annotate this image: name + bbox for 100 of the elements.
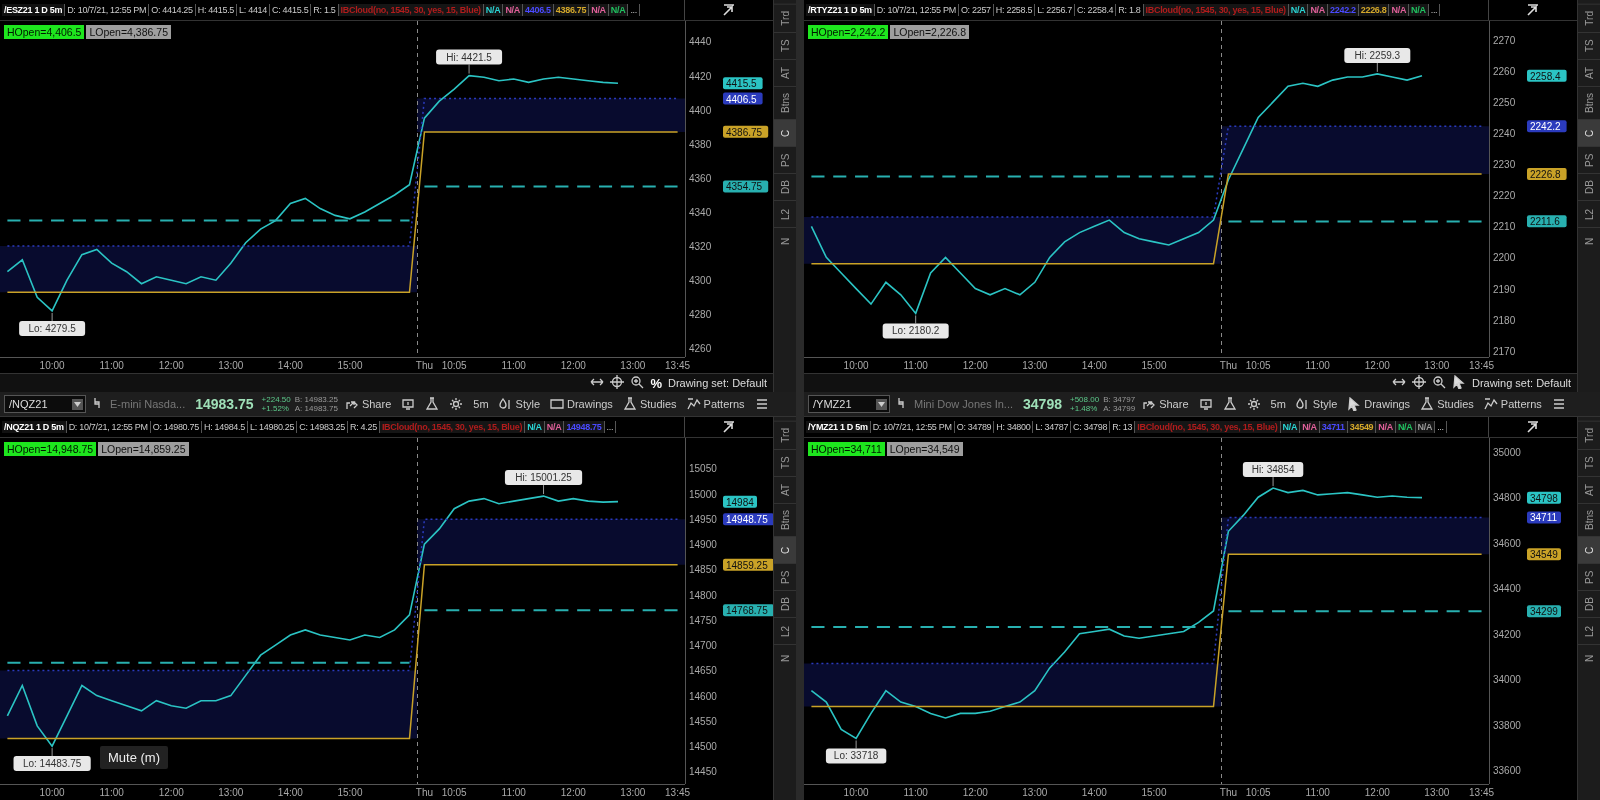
price-axis-label: 15050 bbox=[689, 463, 717, 475]
price-axis-label: 14700 bbox=[689, 640, 717, 652]
side-tab[interactable]: L2 bbox=[1578, 199, 1600, 227]
quote-value: C: 34798 bbox=[1071, 421, 1111, 433]
annotation: Lo: 4279.5 bbox=[28, 322, 77, 334]
side-tab[interactable]: PS bbox=[1578, 562, 1600, 590]
price-axis-label: 2210 bbox=[1493, 221, 1516, 233]
side-tab[interactable]: Btns bbox=[1578, 85, 1600, 119]
quote-value: R: 1.5 bbox=[311, 4, 339, 16]
side-tab[interactable]: AT bbox=[1578, 475, 1600, 503]
study-value: N/A bbox=[483, 4, 504, 16]
quote-value: ... bbox=[628, 4, 641, 16]
time-axis-label: 11:00 bbox=[903, 787, 928, 798]
side-tab[interactable]: Trd bbox=[1578, 4, 1600, 32]
style-button[interactable]: Style bbox=[495, 394, 543, 414]
chart-symbol-label: /YMZ21 1 D 5m bbox=[806, 421, 871, 433]
side-tab[interactable]: Btns bbox=[774, 85, 796, 119]
symbol-description: E-mini Nasda... bbox=[109, 398, 187, 410]
side-tab[interactable]: Trd bbox=[774, 421, 796, 449]
side-tab[interactable]: TS bbox=[1578, 448, 1600, 476]
side-tab[interactable]: N bbox=[774, 226, 796, 254]
side-tab[interactable]: TS bbox=[774, 448, 796, 476]
time-axis-label: 13:00 bbox=[620, 787, 646, 798]
side-tab[interactable]: C bbox=[1578, 535, 1600, 563]
price-axis-label: 2260 bbox=[1493, 65, 1516, 77]
side-tab[interactable]: C bbox=[1578, 118, 1600, 146]
symbol-field[interactable]: /YMZ21 bbox=[808, 395, 890, 413]
drawing-set-label[interactable]: Drawing set: Default bbox=[1471, 377, 1571, 389]
side-tab[interactable]: PS bbox=[774, 145, 796, 173]
patterns-button[interactable]: Patterns bbox=[1480, 394, 1545, 414]
price-axis-label: 33600 bbox=[1493, 765, 1521, 777]
side-tab[interactable]: L2 bbox=[1578, 616, 1600, 644]
time-axis-label: 12:00 bbox=[962, 360, 988, 371]
price-axis-label: 14900 bbox=[689, 539, 717, 551]
settings-icon bbox=[1246, 397, 1261, 411]
ask-price: A: 14983.75 bbox=[294, 404, 338, 413]
study-value: N/A bbox=[608, 4, 629, 16]
time-axis-label: Thu bbox=[1219, 787, 1237, 798]
price-badge: 14768.75 bbox=[723, 604, 773, 617]
time-axis-label: 10:05 bbox=[1245, 360, 1271, 371]
study-value: IBCloud(no, 1545, 30, yes, 15, Blue) bbox=[1143, 4, 1289, 16]
side-tab[interactable]: DB bbox=[1578, 172, 1600, 200]
share-button[interactable]: Share bbox=[341, 394, 395, 414]
side-tab[interactable]: C bbox=[774, 535, 796, 563]
rectangle-icon bbox=[550, 397, 564, 411]
time-axis-label: 10:05 bbox=[441, 360, 467, 371]
side-tab[interactable]: PS bbox=[1578, 145, 1600, 173]
side-tab[interactable]: DB bbox=[774, 172, 796, 200]
drawing-set-label[interactable]: Drawing set: Default bbox=[667, 377, 767, 389]
side-tab[interactable]: DB bbox=[1578, 589, 1600, 617]
side-tab[interactable]: TS bbox=[774, 31, 796, 59]
side-tab[interactable]: Trd bbox=[1578, 421, 1600, 449]
studies-button[interactable]: Studies bbox=[1417, 394, 1477, 414]
time-axis-label: 11:00 bbox=[501, 360, 526, 371]
droplet-icon bbox=[1295, 397, 1310, 411]
side-tab[interactable]: TS bbox=[1578, 31, 1600, 59]
tooltip: Mute (m) bbox=[100, 746, 168, 769]
side-tab[interactable]: Trd bbox=[774, 4, 796, 32]
symbol-field[interactable]: /NQZ21 bbox=[4, 395, 86, 413]
annotation: Hi: 34854 bbox=[1251, 464, 1295, 476]
time-axis-label: 15:00 bbox=[337, 360, 363, 371]
side-tab[interactable]: N bbox=[1578, 226, 1600, 254]
quote-value: L: 4414 bbox=[237, 4, 270, 16]
time-axis-label: 13:00 bbox=[1022, 360, 1048, 371]
drawings-button[interactable]: Drawings bbox=[1344, 394, 1414, 414]
side-tab[interactable]: AT bbox=[774, 58, 796, 86]
side-tab[interactable]: L2 bbox=[774, 199, 796, 227]
timeframe-button[interactable]: 5m bbox=[470, 394, 492, 414]
side-tab[interactable]: AT bbox=[1578, 58, 1600, 86]
side-tab[interactable]: Btns bbox=[774, 502, 796, 536]
time-axis-label: 13:00 bbox=[218, 360, 244, 371]
side-tab[interactable]: DB bbox=[774, 589, 796, 617]
high-callout: Hi: 4421.5 bbox=[436, 49, 503, 75]
study-value: IBCloud(no, 1545, 30, yes, 15, Blue) bbox=[379, 421, 526, 433]
side-tab[interactable]: L2 bbox=[774, 616, 796, 644]
quote-value: O: 2257 bbox=[958, 4, 994, 16]
studies-button[interactable]: Studies bbox=[619, 394, 680, 414]
style-button[interactable]: Style bbox=[1292, 394, 1341, 414]
price-axis-label: 4260 bbox=[689, 343, 712, 355]
price-badge: 14984 bbox=[723, 495, 757, 508]
time-axis-label: 12:00 bbox=[962, 787, 988, 798]
flask-icon bbox=[622, 397, 637, 411]
drawings-button[interactable]: Drawings bbox=[547, 394, 616, 414]
low-callout: Lo: 14483.75 bbox=[13, 747, 91, 772]
time-axis-label: 11:00 bbox=[99, 360, 124, 371]
side-tab[interactable]: AT bbox=[774, 475, 796, 503]
time-axis-label: 10:00 bbox=[843, 360, 869, 371]
side-tab[interactable]: N bbox=[1578, 643, 1600, 671]
study-value: N/A bbox=[1409, 4, 1429, 16]
side-tab[interactable]: Btns bbox=[1578, 502, 1600, 536]
timeframe-button[interactable]: 5m bbox=[1267, 394, 1289, 414]
side-tab[interactable]: PS bbox=[774, 562, 796, 590]
price-axis-label: 2250 bbox=[1493, 96, 1516, 108]
quote-value: C: 4415.5 bbox=[270, 4, 312, 16]
percent-toggle[interactable]: % bbox=[650, 375, 662, 391]
side-tab[interactable]: C bbox=[774, 118, 796, 146]
study-value: N/A bbox=[1395, 421, 1416, 433]
share-button[interactable]: Share bbox=[1139, 394, 1192, 414]
side-tab[interactable]: N bbox=[774, 643, 796, 671]
patterns-button[interactable]: Patterns bbox=[683, 394, 748, 414]
